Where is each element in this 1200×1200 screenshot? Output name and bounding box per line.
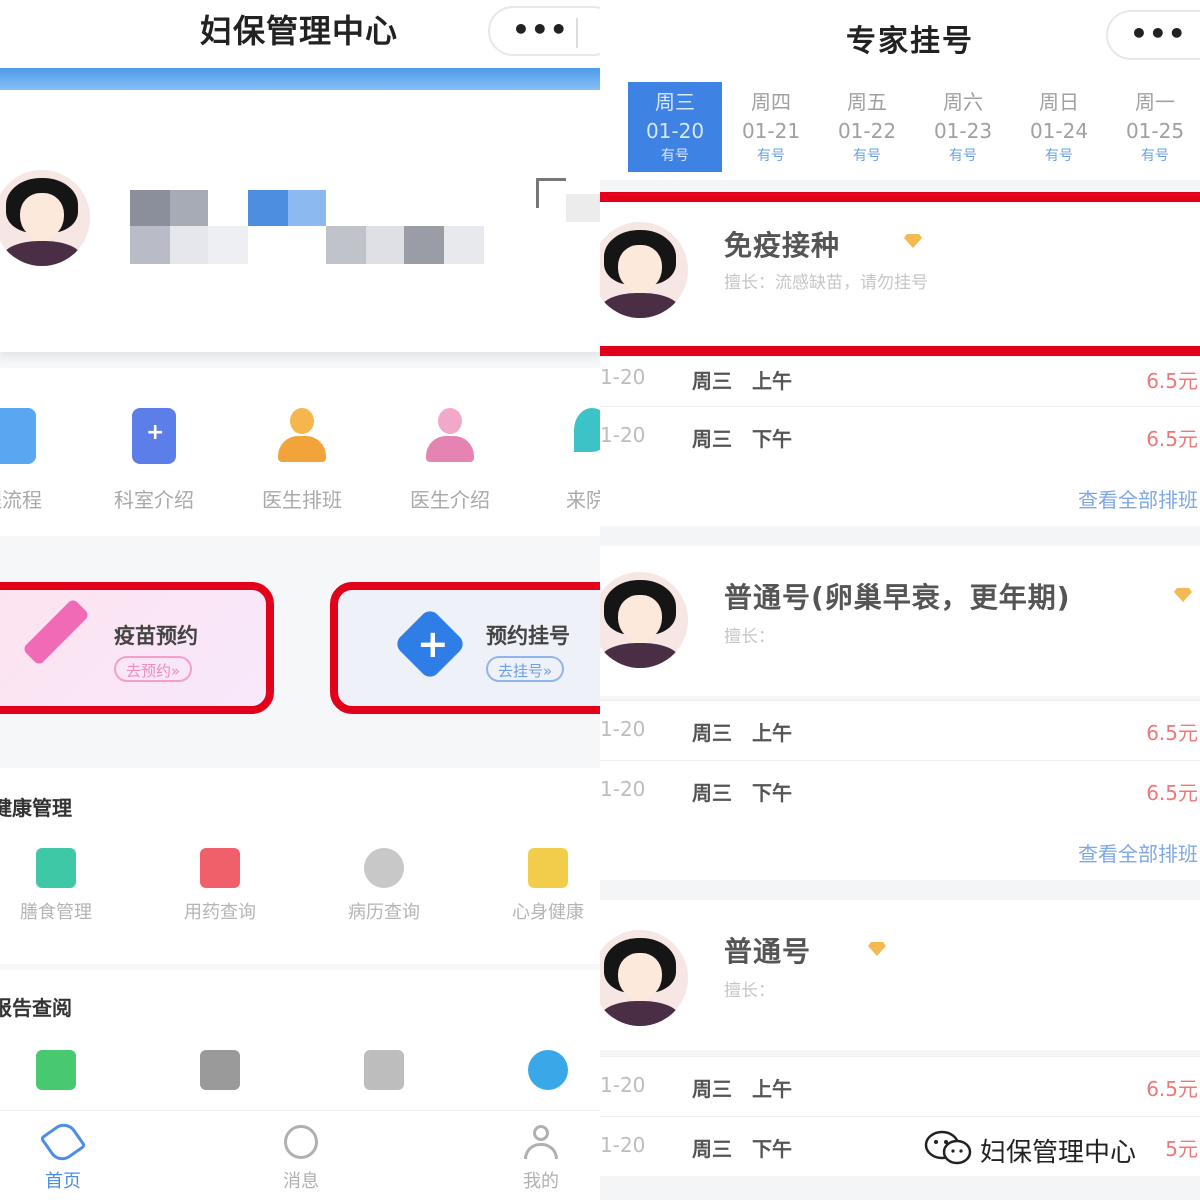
doctor-card-immunization[interactable]: 免疫接种 擅长：流感缺苗，请勿挂号 bbox=[600, 202, 1200, 348]
header-banner bbox=[0, 68, 600, 90]
mini-program-capsule[interactable]: ••• bbox=[1106, 10, 1200, 60]
avatar bbox=[0, 170, 90, 266]
robot-icon bbox=[528, 1050, 568, 1090]
service-cards: 疫苗预约 去预约» + 预约挂号 去挂号» bbox=[0, 552, 600, 752]
tab-profile[interactable]: 我的 bbox=[496, 1125, 586, 1195]
health-management-section: 健康管理 膳食管理 用药查询 病历查询 心身健康 bbox=[0, 768, 600, 964]
chat-icon bbox=[284, 1125, 318, 1159]
plus-icon: + bbox=[393, 607, 467, 681]
pharmacy-icon bbox=[200, 848, 240, 888]
highlight-frame-top bbox=[600, 192, 1200, 202]
mental-health-item[interactable]: 心身健康 bbox=[488, 848, 600, 938]
tab-bar: 首页 消息 我的 bbox=[0, 1110, 600, 1200]
syringe-icon bbox=[39, 1118, 87, 1166]
view-all-schedule-link[interactable]: 查看全部排班 bbox=[600, 466, 1200, 526]
date-tab-0120[interactable]: 周三 01-20 有号 bbox=[628, 82, 722, 172]
date-tab-0123[interactable]: 周六 01-23 有号 bbox=[916, 82, 1010, 172]
avatar bbox=[600, 930, 688, 1026]
avatar bbox=[600, 222, 688, 318]
clipboard-icon bbox=[200, 1050, 240, 1090]
schedule-slot[interactable]: 1-20 周三 上午 6.5元 bbox=[600, 356, 1200, 406]
highlight-frame-bottom bbox=[600, 346, 1200, 356]
qr-code-icon[interactable] bbox=[536, 178, 600, 238]
nav-bar: 妇保管理中心 ••• bbox=[0, 0, 600, 68]
doctor-card-general[interactable]: 普通号 擅长： bbox=[600, 900, 1200, 1050]
quick-links: 程流程 + 科室介绍 医生排班 医生介绍 来院 bbox=[0, 368, 600, 536]
avatar bbox=[600, 572, 688, 668]
go-register-button[interactable]: 去挂号» bbox=[486, 656, 565, 682]
price: 5元 bbox=[1165, 1137, 1198, 1161]
schedule-slot[interactable]: 1-20 周三 上午 6.5元 bbox=[600, 700, 1200, 760]
wechat-icon bbox=[924, 1130, 972, 1165]
diamond-icon bbox=[904, 234, 922, 248]
page-title: 专家挂号 bbox=[846, 24, 974, 59]
record-query-item[interactable]: 病历查询 bbox=[324, 848, 444, 938]
date-tab-0121[interactable]: 周四 01-21 有号 bbox=[724, 82, 818, 172]
diamond-icon bbox=[1174, 588, 1192, 602]
quick-link-department[interactable]: + 科室介绍 bbox=[94, 408, 214, 518]
nav-bar: 专家挂号 ••• bbox=[600, 0, 1200, 70]
document-icon bbox=[0, 408, 36, 464]
report-section-title: 报告查阅 bbox=[0, 996, 72, 1020]
price: 6.5元 bbox=[1146, 721, 1198, 745]
health-section-title: 健康管理 bbox=[0, 796, 72, 820]
schedule-slot[interactable]: 1-20 周三 下午 6.5元 bbox=[600, 406, 1200, 466]
syringe-icon bbox=[22, 598, 90, 666]
quick-link-visit[interactable]: 来院 bbox=[526, 408, 600, 518]
medicine-query-item[interactable]: 用药查询 bbox=[160, 848, 280, 938]
search-icon bbox=[364, 848, 404, 888]
doctor-name: 普通号 bbox=[724, 935, 812, 968]
more-icon[interactable]: ••• bbox=[512, 16, 569, 44]
home-screen: 妇保管理中心 ••• 程流程 bbox=[0, 0, 600, 1200]
report-book-icon bbox=[36, 1050, 76, 1090]
user-profile-card[interactable] bbox=[0, 90, 600, 352]
blurred-user-info bbox=[130, 190, 490, 270]
quick-link-schedule[interactable]: 医生排班 bbox=[242, 408, 362, 518]
price: 6.5元 bbox=[1146, 1077, 1198, 1101]
price: 6.5元 bbox=[1146, 781, 1198, 805]
mini-program-capsule[interactable]: ••• bbox=[488, 6, 600, 56]
doctor-name: 免疫接种 bbox=[724, 229, 841, 262]
date-tab-0122[interactable]: 周五 01-22 有号 bbox=[820, 82, 914, 172]
expert-registration-screen: 专家挂号 ••• 周三 01-20 有号 周四 01-21 有号 周五 01-2… bbox=[600, 0, 1200, 1200]
doctor-specialty: 擅长： bbox=[724, 981, 775, 1001]
price: 6.5元 bbox=[1146, 427, 1198, 451]
calendar-icon bbox=[364, 1050, 404, 1090]
quick-link-process[interactable]: 程流程 bbox=[0, 408, 72, 518]
doctor-name: 普通号(卵巢早衰，更年期) bbox=[724, 581, 1071, 614]
date-selector: 周三 01-20 有号 周四 01-21 有号 周五 01-22 有号 周六 0… bbox=[600, 70, 1200, 180]
date-tab-0125[interactable]: 周一 01-25 有号 bbox=[1108, 82, 1200, 172]
tab-home[interactable]: 首页 bbox=[18, 1118, 108, 1195]
doctor-icon bbox=[278, 408, 326, 464]
go-book-button[interactable]: 去预约» bbox=[114, 656, 193, 682]
watermark-text: 妇保管理中心 bbox=[980, 1138, 1137, 1168]
nurse-icon bbox=[426, 408, 474, 464]
diet-management-item[interactable]: 膳食管理 bbox=[0, 848, 116, 938]
doctor-specialty: 擅长：流感缺苗，请勿挂号 bbox=[724, 273, 928, 293]
view-all-schedule-link[interactable]: 查看全部排班 bbox=[600, 820, 1200, 880]
more-icon[interactable]: ••• bbox=[1130, 20, 1187, 48]
medical-book-icon: + bbox=[132, 408, 176, 464]
vaccine-appointment-card[interactable]: 疫苗预约 去预约» bbox=[0, 582, 274, 714]
report-query-section: 报告查阅 bbox=[0, 970, 600, 1110]
location-pin-icon bbox=[574, 408, 600, 452]
user-icon bbox=[524, 1125, 558, 1159]
tab-messages[interactable]: 消息 bbox=[256, 1125, 346, 1195]
doctor-card-general-ovary[interactable]: 普通号(卵巢早衰，更年期) 擅长： bbox=[600, 546, 1200, 696]
building-icon bbox=[36, 848, 76, 888]
date-tab-0124[interactable]: 周日 01-24 有号 bbox=[1012, 82, 1106, 172]
schedule-slot[interactable]: 1-20 周三 下午 6.5元 bbox=[600, 760, 1200, 820]
book-icon bbox=[528, 848, 568, 888]
page-title: 妇保管理中心 bbox=[200, 12, 399, 50]
quick-link-doctors[interactable]: 医生介绍 bbox=[390, 408, 510, 518]
diamond-icon bbox=[868, 942, 886, 956]
price: 6.5元 bbox=[1146, 369, 1198, 393]
schedule-slot[interactable]: 1-20 周三 上午 6.5元 bbox=[600, 1056, 1200, 1116]
capsule-divider bbox=[576, 18, 578, 48]
doctor-specialty: 擅长： bbox=[724, 627, 775, 647]
registration-card[interactable]: + 预约挂号 去挂号» bbox=[330, 582, 600, 714]
